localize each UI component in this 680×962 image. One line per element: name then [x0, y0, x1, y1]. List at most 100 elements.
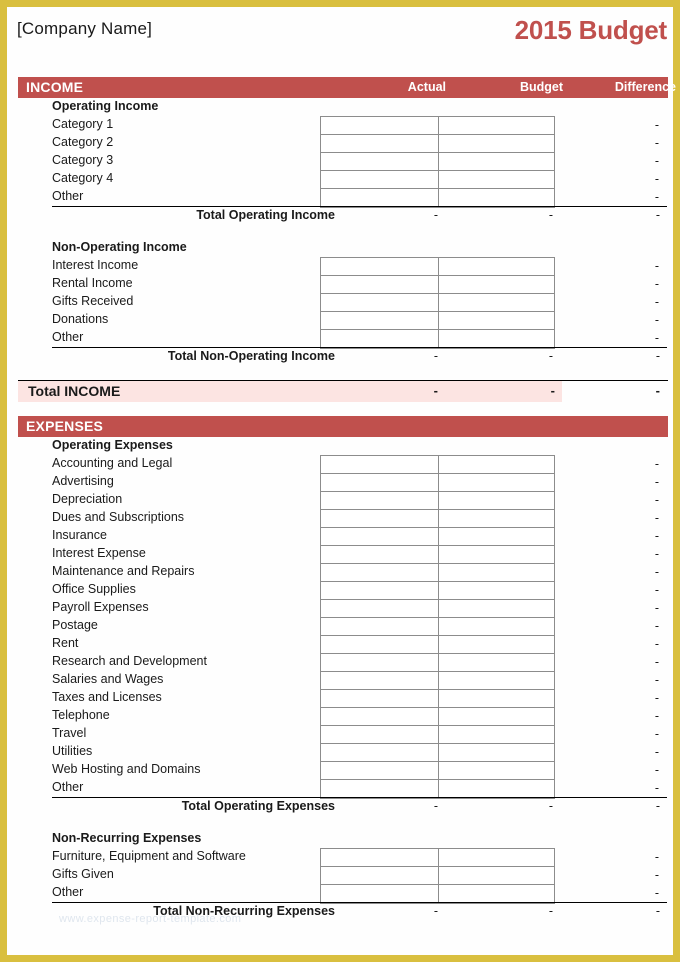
line-item-label: Insurance — [52, 528, 107, 542]
subtotal-budget: - — [548, 208, 553, 222]
line-item-label: Donations — [52, 312, 109, 326]
difference-value: - — [654, 136, 659, 150]
budget-worksheet-page: [Company Name] 2015 Budget INCOME Actual… — [0, 0, 680, 962]
difference-value: - — [654, 655, 659, 669]
column-header-budget: Budget — [519, 80, 563, 94]
line-item-label: Utilities — [52, 744, 93, 758]
table-row: Interest Income - — [7, 257, 673, 275]
table-row: Web Hosting and Domains - — [7, 761, 673, 779]
table-row: Salaries and Wages - — [7, 671, 673, 689]
table-row: Category 2 - — [7, 134, 673, 152]
subtotal-row: Total Non-Recurring Expenses - - - — [7, 902, 673, 921]
subtotal-difference: - — [655, 799, 660, 813]
total-income-budget: - — [550, 383, 555, 398]
subtotal-label: Total Operating Expenses — [181, 799, 335, 813]
subtotal-difference: - — [655, 904, 660, 918]
table-row: Donations - — [7, 311, 673, 329]
table-row: Interest Expense - — [7, 545, 673, 563]
line-item-label: Telephone — [52, 708, 110, 722]
subtotal-label: Total Non-Operating Income — [167, 349, 335, 363]
table-row: Telephone - — [7, 707, 673, 725]
group-title-row: Operating Expenses — [7, 437, 673, 455]
group-title-row: Operating Income — [7, 98, 673, 116]
table-row: Other - — [7, 884, 673, 902]
difference-value: - — [654, 493, 659, 507]
difference-value: - — [654, 637, 659, 651]
group-title: Non-Operating Income — [52, 240, 187, 254]
line-item-label: Office Supplies — [52, 582, 136, 596]
difference-value: - — [654, 583, 659, 597]
line-item-label: Depreciation — [52, 492, 123, 506]
total-income-label: Total INCOME — [28, 383, 121, 399]
group-title-row: Non-Operating Income — [7, 239, 673, 257]
line-item-label: Gifts Received — [52, 294, 134, 308]
operating-income-group: Operating Income Category 1 - Category 2… — [7, 98, 673, 225]
difference-value: - — [654, 313, 659, 327]
subtotal-rule — [52, 797, 667, 798]
difference-value: - — [654, 781, 659, 795]
line-item-label: Accounting and Legal — [52, 456, 173, 470]
difference-value: - — [654, 886, 659, 900]
line-item-label: Category 2 — [52, 135, 114, 149]
group-title: Operating Expenses — [52, 438, 173, 452]
subtotal-actual: - — [433, 799, 438, 813]
difference-value: - — [654, 601, 659, 615]
spreadsheet-sheet: [Company Name] 2015 Budget INCOME Actual… — [7, 7, 676, 955]
difference-value: - — [654, 190, 659, 204]
sheet-header: [Company Name] 2015 Budget — [7, 7, 673, 77]
group-title: Operating Income — [52, 99, 159, 113]
table-row: Rent - — [7, 635, 673, 653]
company-name-field[interactable]: [Company Name] — [17, 19, 152, 39]
line-item-label: Payroll Expenses — [52, 600, 149, 614]
difference-value: - — [654, 529, 659, 543]
line-item-label: Postage — [52, 618, 98, 632]
line-item-label: Category 1 — [52, 117, 114, 131]
difference-value: - — [654, 331, 659, 345]
difference-value: - — [654, 745, 659, 759]
non-recurring-expenses-group: Non-Recurring Expenses Furniture, Equipm… — [7, 830, 673, 921]
subtotal-budget: - — [548, 799, 553, 813]
difference-value: - — [654, 547, 659, 561]
subtotal-rule — [52, 347, 667, 348]
line-item-label: Furniture, Equipment and Software — [52, 849, 246, 863]
group-title-row: Non-Recurring Expenses — [7, 830, 673, 848]
subtotal-difference: - — [655, 349, 660, 363]
group-title: Non-Recurring Expenses — [52, 831, 202, 845]
line-item-label: Travel — [52, 726, 87, 740]
non-recurring-expenses-rows: Furniture, Equipment and Software - Gift… — [7, 848, 673, 904]
line-item-label: Rental Income — [52, 276, 133, 290]
table-row: Advertising - — [7, 473, 673, 491]
total-income-difference: - — [655, 383, 660, 398]
difference-value: - — [654, 511, 659, 525]
line-item-label: Category 3 — [52, 153, 114, 167]
line-item-label: Other — [52, 780, 84, 794]
non-operating-income-group: Non-Operating Income Interest Income - R… — [7, 239, 673, 366]
line-item-label: Interest Expense — [52, 546, 146, 560]
subtotal-budget: - — [548, 349, 553, 363]
total-income-row: Total INCOME - - - — [18, 380, 668, 402]
table-row: Other - — [7, 188, 673, 206]
expenses-banner-label: EXPENSES — [26, 418, 104, 434]
line-item-label: Advertising — [52, 474, 114, 488]
line-item-label: Interest Income — [52, 258, 139, 272]
table-row: Insurance - — [7, 527, 673, 545]
difference-value: - — [654, 118, 659, 132]
line-item-label: Web Hosting and Domains — [52, 762, 201, 776]
difference-value: - — [654, 475, 659, 489]
table-row: Office Supplies - — [7, 581, 673, 599]
line-item-label: Gifts Given — [52, 867, 114, 881]
income-banner-label: INCOME — [26, 79, 84, 95]
table-row: Research and Development - — [7, 653, 673, 671]
table-row: Travel - — [7, 725, 673, 743]
income-section-banner: INCOME Actual Budget Difference — [18, 77, 676, 98]
difference-value: - — [654, 868, 659, 882]
line-item-label: Taxes and Licenses — [52, 690, 162, 704]
non-operating-income-rows: Interest Income - Rental Income - Gifts … — [7, 257, 673, 349]
difference-value: - — [654, 727, 659, 741]
subtotal-row: Total Operating Expenses - - - — [7, 797, 673, 816]
line-item-label: Maintenance and Repairs — [52, 564, 195, 578]
